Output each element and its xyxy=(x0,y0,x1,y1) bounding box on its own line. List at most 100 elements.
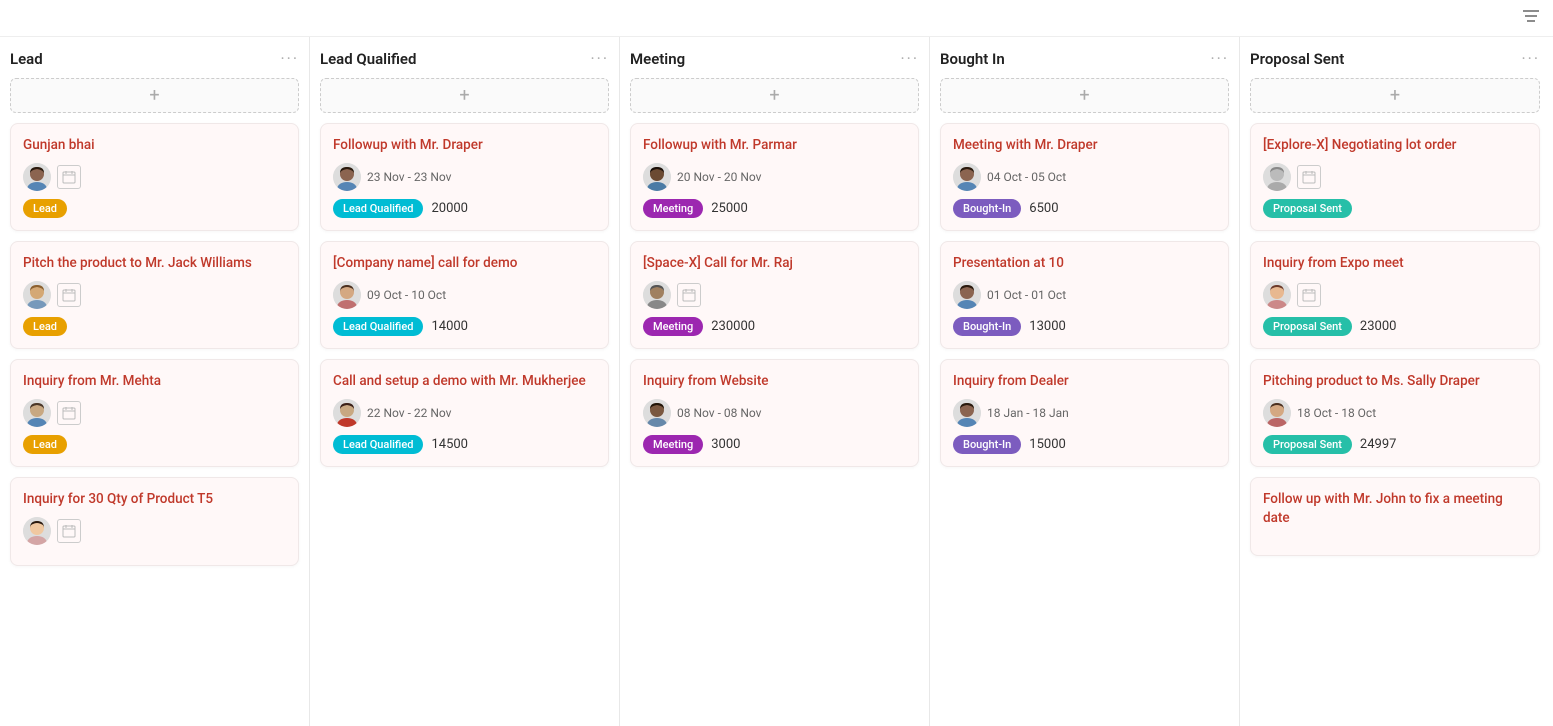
avatar xyxy=(643,163,671,191)
kanban-card[interactable]: Meeting with Mr. Draper 04 Oct - 05 Oct Bo… xyxy=(940,123,1229,231)
card-date: 01 Oct - 01 Oct xyxy=(987,288,1066,302)
add-card-button[interactable]: + xyxy=(320,78,609,113)
kanban-card[interactable]: Presentation at 10 01 Oct - 01 Oct Bought-… xyxy=(940,241,1229,349)
card-meta xyxy=(23,281,286,309)
card-footer: Bought-In6500 xyxy=(953,199,1216,218)
column-menu-button[interactable]: ··· xyxy=(1521,49,1540,68)
card-date: 22 Nov - 22 Nov xyxy=(367,406,451,420)
card-footer: Lead Qualified14500 xyxy=(333,435,596,454)
avatar xyxy=(23,517,51,545)
status-badge: Bought-In xyxy=(953,435,1021,454)
avatar xyxy=(333,281,361,309)
column-title: Bought In xyxy=(940,50,1005,68)
card-meta xyxy=(23,399,286,427)
kanban-card[interactable]: Inquiry from Mr. Mehta Lead xyxy=(10,359,299,467)
column-menu-button[interactable]: ··· xyxy=(590,49,609,68)
avatar xyxy=(953,163,981,191)
card-meta: 18 Oct - 18 Oct xyxy=(1263,399,1527,427)
calendar-icon xyxy=(1297,283,1321,307)
column-menu-button[interactable]: ··· xyxy=(280,49,299,68)
card-footer: Lead Qualified20000 xyxy=(333,199,596,218)
card-amount: 3000 xyxy=(711,437,740,452)
column-header: Proposal Sent ··· xyxy=(1250,49,1540,68)
kanban-card[interactable]: Gunjan bhai Lead xyxy=(10,123,299,231)
kanban-card[interactable]: Inquiry from Website 08 Nov - 08 Nov Meeti… xyxy=(630,359,919,467)
column-header: Meeting ··· xyxy=(630,49,919,68)
card-meta xyxy=(23,517,286,545)
card-meta: 20 Nov - 20 Nov xyxy=(643,163,906,191)
status-badge: Lead Qualified xyxy=(333,317,423,336)
avatar xyxy=(333,399,361,427)
avatar xyxy=(23,281,51,309)
card-title: Inquiry from Expo meet xyxy=(1263,254,1527,273)
status-badge: Lead xyxy=(23,435,67,454)
card-title: Meeting with Mr. Draper xyxy=(953,136,1216,155)
card-meta: 08 Nov - 08 Nov xyxy=(643,399,906,427)
card-footer: Meeting 230000 xyxy=(643,317,906,336)
card-footer: Proposal Sent xyxy=(1263,199,1527,218)
column-menu-button[interactable]: ··· xyxy=(900,49,919,68)
card-title: Inquiry from Dealer xyxy=(953,372,1216,391)
card-title: Call and setup a demo with Mr. Mukherjee xyxy=(333,372,596,391)
card-amount: 14000 xyxy=(431,319,468,334)
add-card-button[interactable]: + xyxy=(940,78,1229,113)
column-title: Proposal Sent xyxy=(1250,50,1344,68)
card-amount: 13000 xyxy=(1029,319,1066,334)
kanban-card[interactable]: Inquiry for 30 Qty of Product T5 xyxy=(10,477,299,566)
column-menu-button[interactable]: ··· xyxy=(1210,49,1229,68)
calendar-icon xyxy=(1297,165,1321,189)
status-badge: Meeting xyxy=(643,435,703,454)
status-badge: Lead xyxy=(23,199,67,218)
card-footer: Meeting 3000 xyxy=(643,435,906,454)
card-meta xyxy=(1263,281,1527,309)
kanban-card[interactable]: Followup with Mr. Parmar20 Nov - 20 NovM… xyxy=(630,123,919,231)
status-badge: Lead Qualified xyxy=(333,199,423,218)
add-card-button[interactable]: + xyxy=(10,78,299,113)
top-bar xyxy=(0,0,1553,37)
avatar xyxy=(1263,399,1291,427)
add-card-button[interactable]: + xyxy=(630,78,919,113)
card-meta: 23 Nov - 23 Nov xyxy=(333,163,596,191)
card-footer: Lead xyxy=(23,435,286,454)
card-footer: Bought-In13000 xyxy=(953,317,1216,336)
board-container: Lead···+Gunjan bhai LeadPitch the produc… xyxy=(0,37,1553,726)
card-meta: 18 Jan - 18 Jan xyxy=(953,399,1216,427)
card-footer: Meeting25000 xyxy=(643,199,906,218)
avatar xyxy=(23,399,51,427)
card-title: Inquiry from Website xyxy=(643,372,906,391)
card-title: Follow up with Mr. John to fix a meeting… xyxy=(1263,490,1527,528)
kanban-card[interactable]: [Space-X] Call for Mr. Raj Meeting 230000 xyxy=(630,241,919,349)
status-badge: Lead Qualified xyxy=(333,435,423,454)
kanban-card[interactable]: [Explore-X] Negotiating lot order Propos… xyxy=(1250,123,1540,231)
column-header: Lead··· xyxy=(10,49,299,68)
column-title: Lead Qualified xyxy=(320,50,416,68)
card-date: 23 Nov - 23 Nov xyxy=(367,170,451,184)
column-lead: Lead···+Gunjan bhai LeadPitch the produc… xyxy=(0,37,310,726)
kanban-card[interactable]: Pitching product to Ms. Sally Draper18 O… xyxy=(1250,359,1540,467)
add-card-button[interactable]: + xyxy=(1250,78,1540,113)
card-meta: 09 Oct - 10 Oct xyxy=(333,281,596,309)
card-date: 20 Nov - 20 Nov xyxy=(677,170,761,184)
kanban-card[interactable]: [Company name] call for demo 09 Oct - 10 … xyxy=(320,241,609,349)
kanban-card[interactable]: Follow up with Mr. John to fix a meeting… xyxy=(1250,477,1540,557)
calendar-icon xyxy=(677,283,701,307)
card-amount: 23000 xyxy=(1360,319,1397,334)
filter-icon[interactable] xyxy=(1521,8,1541,28)
kanban-card[interactable]: Inquiry from Expo meet Proposal Sent2300… xyxy=(1250,241,1540,349)
avatar xyxy=(953,399,981,427)
calendar-icon xyxy=(57,519,81,543)
kanban-card[interactable]: Pitch the product to Mr. Jack Williams L… xyxy=(10,241,299,349)
card-title: Inquiry from Mr. Mehta xyxy=(23,372,286,391)
column-title: Meeting xyxy=(630,50,685,68)
status-badge: Meeting xyxy=(643,317,703,336)
card-amount: 230000 xyxy=(711,319,755,334)
card-title: [Company name] call for demo xyxy=(333,254,596,273)
card-title: Presentation at 10 xyxy=(953,254,1216,273)
card-meta: 04 Oct - 05 Oct xyxy=(953,163,1216,191)
card-date: 09 Oct - 10 Oct xyxy=(367,288,446,302)
kanban-card[interactable]: Followup with Mr. Draper23 Nov - 23 NovL… xyxy=(320,123,609,231)
card-date: 08 Nov - 08 Nov xyxy=(677,406,761,420)
kanban-card[interactable]: Inquiry from Dealer 18 Jan - 18 Jan Bought… xyxy=(940,359,1229,467)
kanban-card[interactable]: Call and setup a demo with Mr. Mukherjee… xyxy=(320,359,609,467)
card-title: [Space-X] Call for Mr. Raj xyxy=(643,254,906,273)
